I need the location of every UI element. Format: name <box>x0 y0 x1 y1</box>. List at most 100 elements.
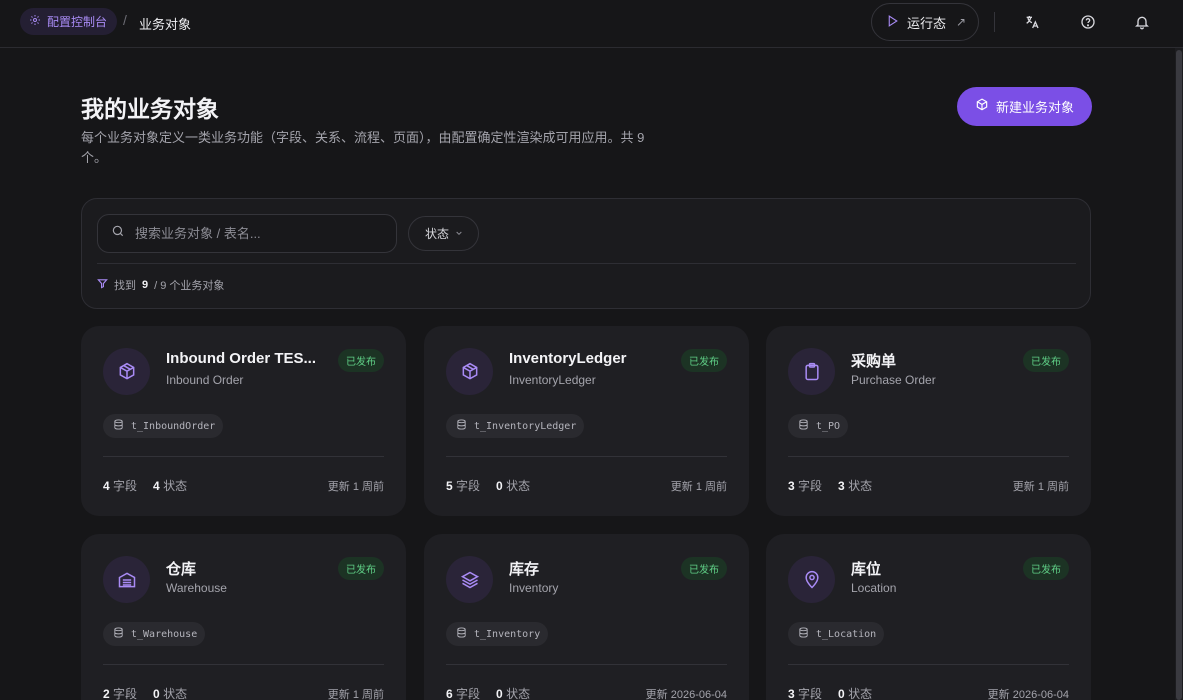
page-description: 每个业务对象定义一类业务功能（字段、关系、流程、页面），由配置确定性渲染成可用应… <box>81 130 645 165</box>
breadcrumb-current: 业务对象 <box>139 17 192 32</box>
database-icon <box>798 627 809 641</box>
card-subtitle: Location <box>851 581 897 595</box>
state-count-value: 4 <box>153 479 160 493</box>
card-subtitle: Warehouse <box>166 581 227 595</box>
table-name: t_InventoryLedger <box>474 420 577 432</box>
state-count-value: 0 <box>838 687 845 700</box>
updated-time: 更新 1 周前 <box>1012 481 1069 493</box>
business-object-card[interactable]: 库存 Inventory 已发布 t_Inventory 6 字段 0 状态 更新 2026… <box>424 534 749 700</box>
field-count-value: 5 <box>446 479 453 493</box>
state-count-label: 状态 <box>163 479 188 493</box>
field-count-label: 字段 <box>456 687 481 700</box>
card-title: 库存 <box>509 561 540 578</box>
field-count-value: 4 <box>103 479 110 493</box>
state-count-label: 状态 <box>848 479 873 493</box>
result-count-value: 9 <box>142 279 149 291</box>
new-business-object-label: 新建业务对象 <box>995 100 1074 115</box>
field-count-label: 字段 <box>113 479 138 493</box>
business-object-card[interactable]: 库位 Location 已发布 t_Location 3 字段 0 状态 更新 2026-0… <box>766 534 1091 700</box>
field-count-value: 6 <box>446 687 453 700</box>
business-object-card[interactable]: InventoryLedger InventoryLedger 已发布 t_Inven… <box>424 326 749 516</box>
search-input[interactable] <box>135 226 375 241</box>
state-count: 0 状态 <box>496 477 530 494</box>
card-stats: 3 字段 0 状态 <box>788 685 872 700</box>
field-count-label: 字段 <box>113 687 138 700</box>
field-count: 5 字段 <box>446 477 480 494</box>
state-count: 0 状态 <box>838 685 872 700</box>
business-object-card[interactable]: 仓库 Warehouse 已发布 t_Warehouse 2 字段 0 状态 更新 1 周前 <box>81 534 406 700</box>
state-count-label: 状态 <box>848 687 873 700</box>
external-link-icon: ↗ <box>956 15 967 29</box>
status-filter-select[interactable]: 状态 <box>408 216 479 251</box>
table-name-chip: t_Warehouse <box>103 622 206 646</box>
state-count: 0 状态 <box>496 685 530 700</box>
card-subtitle: InventoryLedger <box>509 373 596 387</box>
business-object-card[interactable]: Inbound Order TES... Inbound Order 已发布 t_In… <box>81 326 406 516</box>
table-name: t_PO <box>816 420 841 432</box>
table-name-chip: t_Inventory <box>446 622 549 646</box>
card-divider <box>446 664 727 665</box>
breadcrumb-home-label: 配置控制台 <box>47 15 108 29</box>
card-divider <box>788 664 1069 665</box>
field-count-label: 字段 <box>798 479 823 493</box>
page-title: 我的业务对象 <box>81 96 219 122</box>
status-badge: 已发布 <box>338 557 384 580</box>
runtime-button[interactable]: 运行态 ↗ <box>871 3 979 41</box>
card-subtitle: Inbound Order <box>166 373 244 387</box>
state-count-label: 状态 <box>506 479 531 493</box>
card-subtitle: Purchase Order <box>851 373 936 387</box>
status-filter-label: 状态 <box>425 227 450 241</box>
updated-time: 更新 1 周前 <box>327 689 384 700</box>
updated-time: 更新 1 周前 <box>670 481 727 493</box>
field-count: 3 字段 <box>788 685 822 700</box>
database-icon <box>798 419 809 433</box>
card-subtitle: Inventory <box>509 581 559 595</box>
database-icon <box>113 419 124 433</box>
clipboard-icon <box>788 348 835 395</box>
scrollbar-track[interactable] <box>1175 48 1183 700</box>
search-icon <box>111 224 125 243</box>
state-count: 3 状态 <box>838 477 872 494</box>
card-divider <box>446 456 727 457</box>
card-stats: 6 字段 0 状态 <box>446 685 530 700</box>
card-title: InventoryLedger <box>509 350 627 367</box>
help-icon[interactable] <box>1078 12 1098 32</box>
cube-icon <box>446 348 493 395</box>
card-stats: 5 字段 0 状态 <box>446 477 530 494</box>
card-divider <box>103 664 384 665</box>
runtime-button-label: 运行态 <box>907 15 947 31</box>
panel-divider <box>97 263 1076 264</box>
updated-time: 更新 1 周前 <box>327 481 384 493</box>
map-pin-icon <box>788 556 835 603</box>
business-object-card[interactable]: 采购单 Purchase Order 已发布 t_PO 3 字段 3 状态 更新 1 周前 <box>766 326 1091 516</box>
bell-icon[interactable] <box>1132 12 1152 32</box>
database-icon <box>456 419 467 433</box>
scrollbar-thumb[interactable] <box>1176 50 1182 700</box>
state-count-label: 状态 <box>506 687 531 700</box>
status-badge: 已发布 <box>1023 349 1069 372</box>
field-count: 4 字段 <box>103 477 137 494</box>
topbar-divider <box>994 12 995 32</box>
card-divider <box>788 456 1069 457</box>
card-title: 采购单 <box>851 353 897 370</box>
breadcrumb-home[interactable]: 配置控制台 <box>20 8 118 35</box>
card-stats: 2 字段 0 状态 <box>103 685 187 700</box>
field-count-value: 3 <box>788 479 795 493</box>
state-count: 0 状态 <box>153 685 187 700</box>
result-prefix: 找到 <box>114 280 136 292</box>
translate-icon[interactable] <box>1022 12 1042 32</box>
table-name: t_Location <box>816 628 877 640</box>
filter-panel: 状态 找到 9 / 9 个业务对象 <box>81 198 1091 309</box>
field-count: 3 字段 <box>788 477 822 494</box>
status-badge: 已发布 <box>681 349 727 372</box>
search-box[interactable] <box>97 214 397 253</box>
database-icon <box>113 627 124 641</box>
field-count: 2 字段 <box>103 685 137 700</box>
status-badge: 已发布 <box>681 557 727 580</box>
card-title: 仓库 <box>166 561 197 578</box>
new-business-object-button[interactable]: 新建业务对象 <box>957 87 1092 126</box>
state-count-value: 0 <box>496 479 503 493</box>
state-count-value: 0 <box>496 687 503 700</box>
field-count-label: 字段 <box>456 479 481 493</box>
table-name-chip: t_PO <box>788 414 849 438</box>
